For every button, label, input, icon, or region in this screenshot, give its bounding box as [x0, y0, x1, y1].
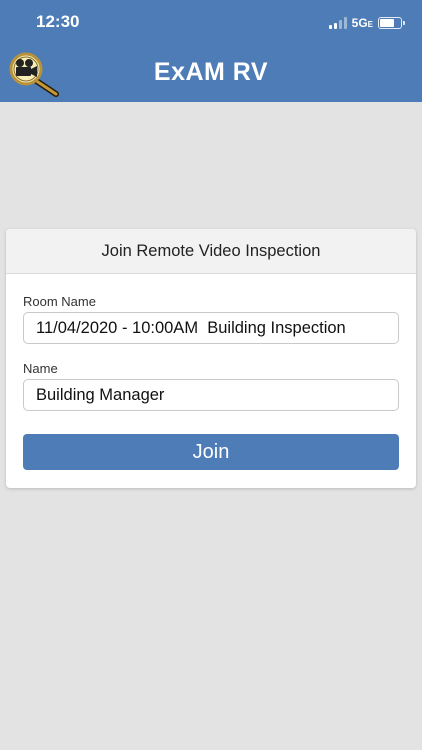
- name-input[interactable]: [23, 379, 399, 411]
- name-label: Name: [23, 361, 58, 376]
- room-name-input[interactable]: [23, 312, 399, 344]
- app-title: ExAM RV: [153, 58, 269, 86]
- app-header: 12:30 5GE ExAM RV: [0, 0, 422, 102]
- form-title: Join Remote Video Inspection: [6, 229, 416, 274]
- join-button[interactable]: Join: [23, 434, 399, 470]
- status-time: 12:30: [36, 12, 80, 31]
- cellular-signal-icon: [328, 17, 347, 29]
- room-name-label: Room Name: [23, 294, 96, 309]
- network-type: 5GE: [351, 16, 373, 30]
- status-indicators: 5GE: [328, 15, 405, 31]
- join-form-card: Join Remote Video Inspection Room Name N…: [6, 229, 416, 488]
- battery-icon: [378, 17, 405, 29]
